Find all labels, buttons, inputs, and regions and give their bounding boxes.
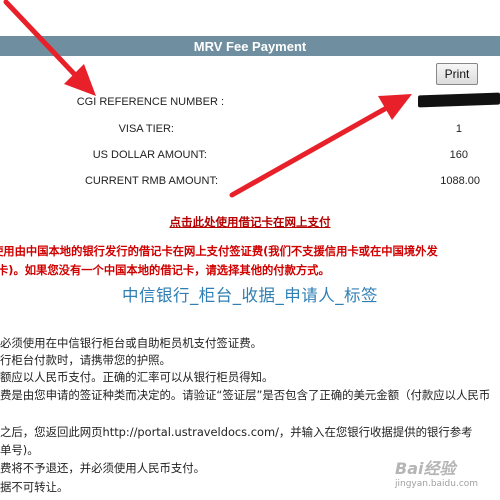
visa-tier-label: VISA TIER: (118, 123, 174, 135)
instruction-line: 必须使用在中信银行柜台或自助柜员机支付签证费。 (0, 336, 262, 350)
instruction-line: 行柜台付款时，请携带您的护照。 (0, 353, 171, 367)
rmb-amount-label: CURRENT RMB AMOUNT: (84, 175, 218, 187)
instruction-line: 之后，您返回此网页http://portal.ustraveldocs.com/… (0, 425, 473, 439)
instruction-line: 额应以人民币支付。正确的汇率可以从银行柜员得知。 (0, 370, 274, 384)
cgi-reference-label: CGI REFERENCE NUMBER : (76, 96, 224, 108)
arrow-right (229, 94, 412, 198)
watermark-text: Bai经验 (395, 459, 456, 478)
notice-line-1: 使用由中国本地的银行发行的借记卡在网上支付签证费(我们不支援信用卡或在中国境外发 (0, 245, 438, 258)
page-title: MRV Fee Payment (193, 38, 307, 54)
print-button[interactable]: Print (436, 63, 478, 85)
visa-tier-value: 1 (455, 123, 462, 135)
usd-amount-label: US DOLLAR AMOUNT: (92, 149, 207, 161)
watermark-subtext: jingyan.baidu.com (395, 479, 479, 489)
rmb-amount-value: 1088.00 (440, 175, 480, 187)
instruction-line: 费是由您申请的签证种类而决定的。请验证“签证层”是否包含了正确的美元金额（付款应… (0, 388, 491, 402)
usd-amount-value: 160 (449, 149, 468, 161)
bank-section-title: 中信银行_柜台_收据_申请人_标签 (122, 286, 378, 305)
notice-line-2: 卡)。如果您没有一个中国本地的借记卡，请选择其他的付款方式。 (0, 264, 330, 277)
redacted-cgi-reference-value (418, 92, 500, 108)
debit-card-pay-link[interactable]: 点击此处使用借记卡在网上支付 (0, 214, 500, 230)
page-header: MRV Fee Payment (0, 36, 500, 56)
watermark: Bai经验 jingyan.baidu.com (395, 455, 495, 495)
